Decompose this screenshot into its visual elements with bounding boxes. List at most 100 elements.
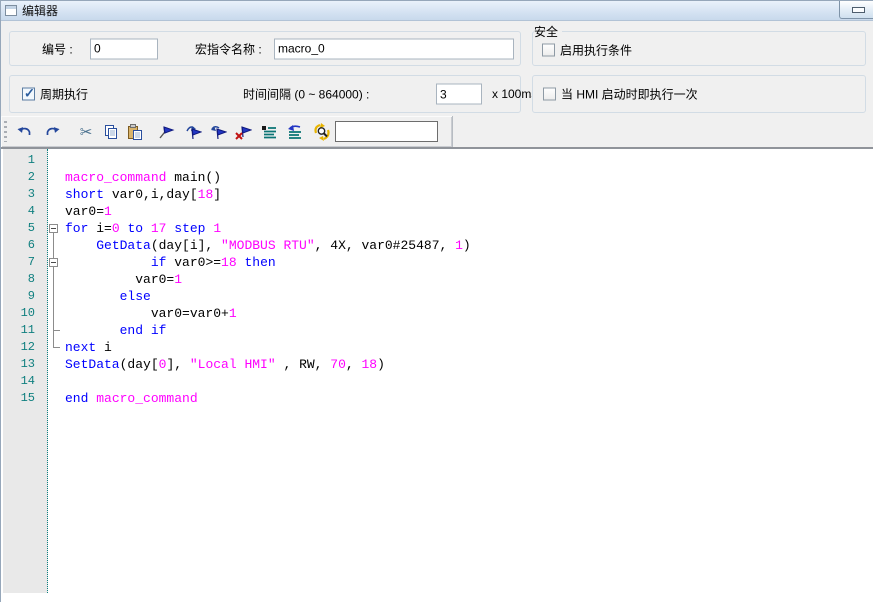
toggle-bookmark-button[interactable] [157, 123, 175, 141]
fold-margin [42, 305, 65, 322]
fold-margin [42, 390, 65, 407]
code-line: next i [65, 339, 112, 356]
goto-line-button[interactable] [260, 123, 278, 141]
code-editor[interactable]: 12 macro_command main() 3 short var0,i,day[… [1, 148, 873, 602]
undo-button[interactable] [15, 123, 33, 141]
find-button[interactable] [313, 123, 331, 141]
return-to-line-icon [286, 124, 303, 141]
copy-icon [103, 124, 119, 140]
code-line: var0=1 [65, 271, 182, 288]
code-line: for i=0 to 17 step 1 [65, 220, 221, 237]
clear-bookmarks-icon [235, 124, 252, 141]
find-icon [313, 123, 331, 141]
fold-margin [42, 339, 65, 356]
fold-margin [42, 356, 65, 373]
fold-margin[interactable] [42, 220, 65, 237]
next-bookmark-icon [185, 124, 202, 141]
toggle-bookmark-icon [158, 124, 175, 141]
security-group: 安全 启用执行条件 [532, 23, 866, 66]
enable-condition-label: 启用执行条件 [560, 41, 632, 58]
run-on-start-group: 当 HMI 启动时即执行一次 [532, 75, 866, 113]
toolbar: ✂ [1, 116, 873, 148]
code-row: 6 GetData(day[i], "MODBUS RTU", 4X, var0… [3, 237, 873, 254]
paste-button[interactable] [126, 123, 144, 141]
macro-id-label: 编号 : [42, 40, 73, 57]
titlebar: 编辑器 [1, 1, 873, 21]
line-number: 5 [3, 220, 42, 237]
fold-margin [42, 288, 65, 305]
toolbar-grip[interactable] [4, 121, 7, 142]
code-row: 2 macro_command main() [3, 169, 873, 186]
fold-margin [42, 203, 65, 220]
code-line: end macro_command [65, 390, 198, 407]
window-restore-button[interactable] [839, 1, 873, 19]
code-row: 14 [3, 373, 873, 390]
restore-icon [852, 7, 865, 13]
paste-icon [127, 124, 143, 140]
code-row: 5 for i=0 to 17 step 1 [3, 220, 873, 237]
macro-id-input[interactable] [90, 38, 158, 59]
line-number: 6 [3, 237, 42, 254]
line-number: 8 [3, 271, 42, 288]
redo-button[interactable] [43, 123, 61, 141]
line-number: 7 [3, 254, 42, 271]
fold-margin [42, 373, 65, 390]
run-on-start-label: 当 HMI 启动时即执行一次 [561, 86, 698, 103]
periodic-group: 周期执行 时间间隔 (0 ~ 864000) : x 100ms [9, 75, 521, 113]
code-row: 15 end macro_command [3, 390, 873, 407]
copy-button[interactable] [102, 123, 120, 141]
enable-condition-checkbox[interactable] [542, 43, 555, 56]
code-row: 13SetData(day[0], "Local HMI" , RW, 70, … [3, 356, 873, 373]
code-row: 7 if var0>=18 then [3, 254, 873, 271]
return-to-line-button[interactable] [285, 123, 303, 141]
line-number: 1 [3, 152, 42, 169]
code-line: var0=1 [65, 203, 112, 220]
window-icon [5, 5, 17, 16]
run-on-start-checkbox[interactable] [543, 88, 556, 101]
periodic-checkbox[interactable] [22, 88, 35, 101]
code-row: 3 short var0,i,day[18] [3, 186, 873, 203]
fold-margin [42, 271, 65, 288]
code-line: macro_command main() [65, 169, 221, 186]
cut-icon: ✂ [80, 125, 93, 140]
code-row: 4 var0=1 [3, 203, 873, 220]
fold-margin [42, 237, 65, 254]
code-line: short var0,i,day[18] [65, 186, 221, 203]
window-title: 编辑器 [22, 2, 58, 19]
line-number: 3 [3, 186, 42, 203]
macro-name-label: 宏指令名称 : [195, 40, 262, 57]
line-number: 9 [3, 288, 42, 305]
code-line: GetData(day[i], "MODBUS RTU", 4X, var0#2… [65, 237, 471, 254]
interval-input[interactable] [436, 84, 482, 105]
clear-bookmarks-button[interactable] [234, 123, 252, 141]
code-area: 12 macro_command main() 3 short var0,i,day[… [3, 152, 873, 407]
macro-editor-window: 编辑器 编号 : 宏指令名称 : 安全 启用执行条件 周期执行 时间间隔 (0 … [0, 0, 873, 602]
line-number: 10 [3, 305, 42, 322]
code-row: 8 var0=1 [3, 271, 873, 288]
line-number: 15 [3, 390, 42, 407]
cut-button[interactable]: ✂ [77, 123, 95, 141]
find-input[interactable] [335, 121, 438, 142]
fold-margin[interactable] [42, 254, 65, 271]
code-row: 9 else [3, 288, 873, 305]
code-line: var0=var0+1 [65, 305, 237, 322]
fold-margin [42, 322, 65, 339]
line-number: 4 [3, 203, 42, 220]
code-row: 1 [3, 152, 873, 169]
toolbar-raised-panel: ✂ [1, 116, 453, 147]
code-row: 11 end if [3, 322, 873, 339]
prev-bookmark-icon [210, 124, 227, 141]
macro-id-group: 编号 : 宏指令名称 : [9, 31, 521, 66]
prev-bookmark-button[interactable] [209, 123, 227, 141]
fold-margin [42, 186, 65, 203]
interval-label: 时间间隔 (0 ~ 864000) : [243, 86, 369, 103]
periodic-label: 周期执行 [40, 86, 88, 103]
macro-name-input[interactable] [274, 38, 514, 59]
line-number: 2 [3, 169, 42, 186]
code-line: if var0>=18 then [65, 254, 276, 271]
goto-line-icon [261, 124, 278, 141]
line-number: 13 [3, 356, 42, 373]
interval-unit-label: x 100ms [492, 87, 537, 101]
line-number: 14 [3, 373, 42, 390]
next-bookmark-button[interactable] [184, 123, 202, 141]
